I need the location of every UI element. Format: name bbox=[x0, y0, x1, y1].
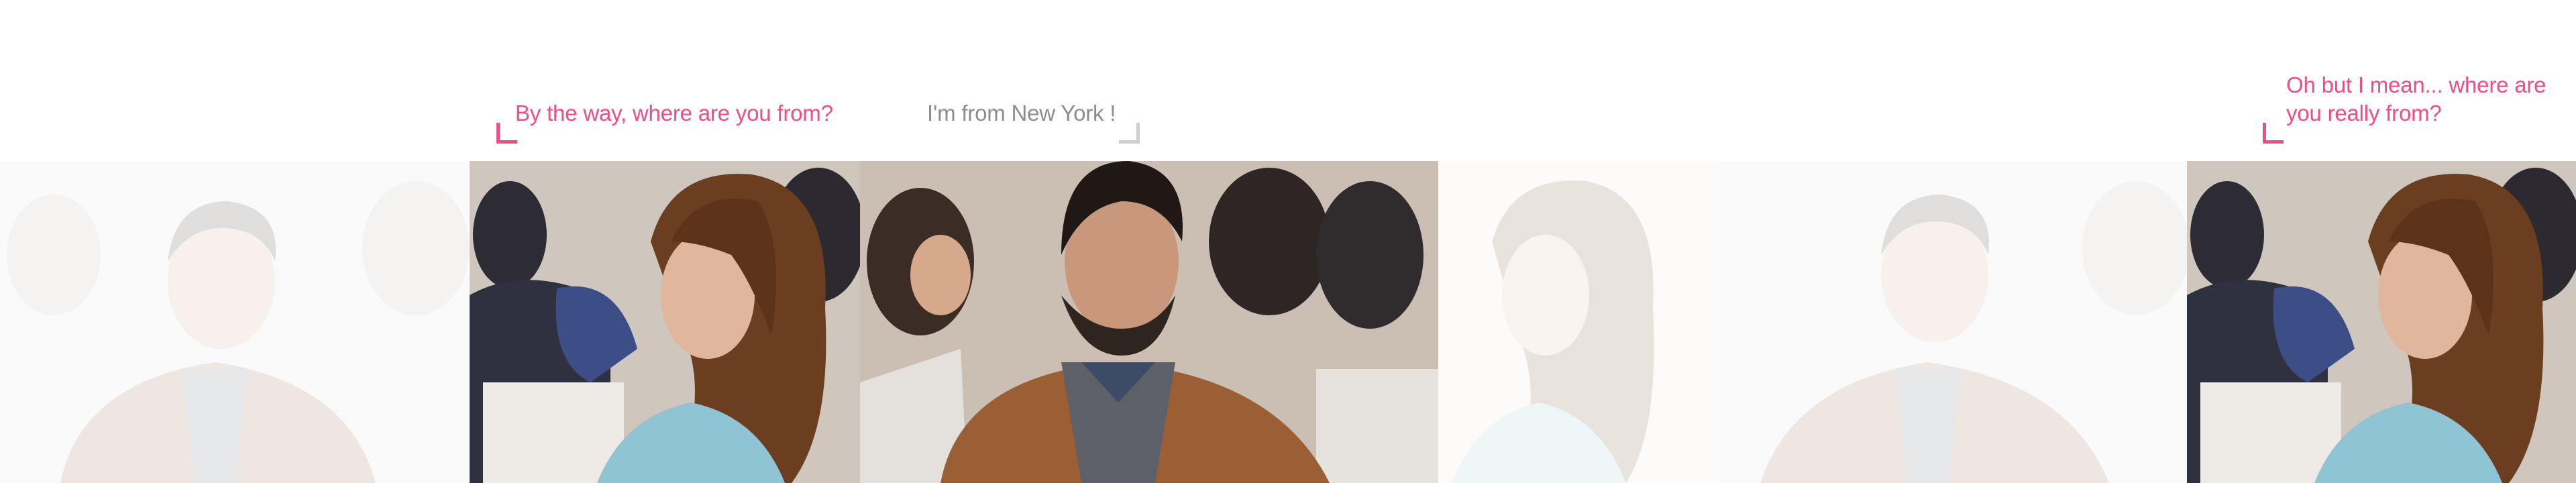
photo-strip bbox=[0, 161, 2576, 483]
faded-woman-photo bbox=[1438, 161, 1720, 483]
speech-bracket-right-1 bbox=[1119, 123, 1140, 144]
caption-question-1: By the way, where are you from? bbox=[515, 101, 833, 125]
man-photo-center bbox=[860, 161, 1438, 483]
faded-man-photo-right bbox=[1720, 161, 2187, 483]
faded-man-photo-left bbox=[0, 161, 470, 483]
caption-answer-1: I'm from New York ! bbox=[927, 101, 1116, 125]
speech-bracket-left-1 bbox=[496, 123, 517, 144]
woman-photo-left bbox=[470, 161, 860, 483]
caption-question-2: Oh but I mean... where are you really fr… bbox=[2286, 72, 2546, 125]
speech-bracket-left-2 bbox=[2263, 123, 2284, 144]
woman-photo-right bbox=[2187, 161, 2576, 483]
